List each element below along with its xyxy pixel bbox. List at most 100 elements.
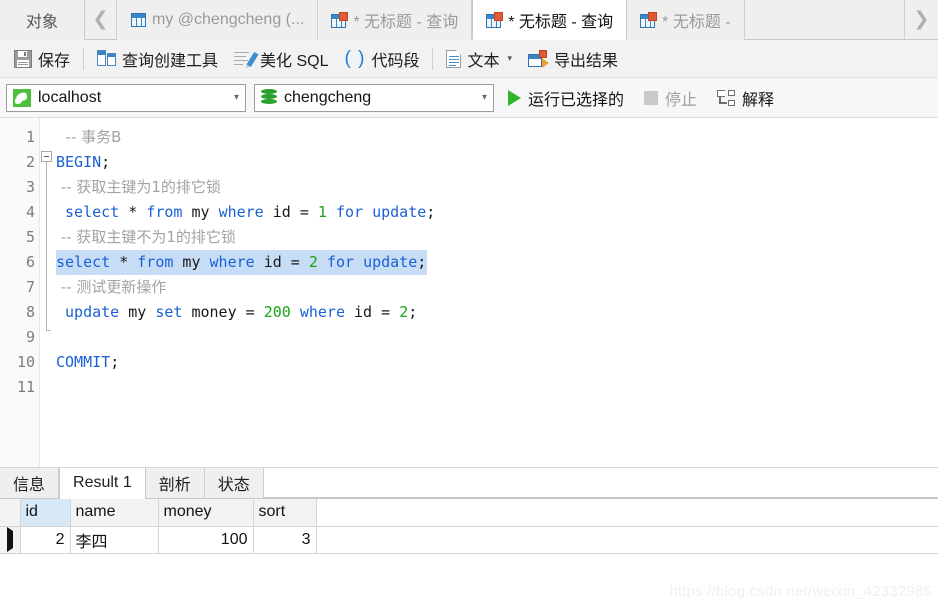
result-grid[interactable]: id name money sort 2 李四 100 3: [0, 499, 938, 554]
code-token: my: [173, 253, 210, 271]
code-line[interactable]: [56, 375, 938, 400]
save-button[interactable]: 保存: [6, 44, 78, 74]
code-line[interactable]: [56, 325, 938, 350]
column-header-money[interactable]: money: [158, 499, 254, 527]
code-line[interactable]: -- 测试更新操作: [56, 275, 938, 300]
code-token: update: [65, 303, 120, 321]
line-number: 1: [25, 128, 35, 146]
code-line[interactable]: -- 获取主键为1的排它锁: [56, 175, 938, 200]
code-line[interactable]: BEGIN;: [56, 150, 938, 175]
column-header-sort[interactable]: sort: [253, 499, 317, 527]
cell-blank: [316, 526, 938, 554]
code-snippet-label: 代码段: [371, 52, 420, 70]
tab-label: * 无标题 -: [662, 14, 731, 31]
host-select[interactable]: localhost ▾: [6, 83, 246, 112]
explain-button[interactable]: 解释: [711, 86, 780, 110]
result-tab-info[interactable]: 信息: [0, 468, 60, 498]
line-number: 6: [25, 253, 35, 271]
row-current-indicator[interactable]: [0, 526, 21, 554]
line-number: 2: [25, 153, 35, 171]
code-token: id =: [345, 303, 400, 321]
tab-label: my @chengcheng (...: [152, 11, 305, 28]
cell-money[interactable]: 100: [158, 526, 254, 554]
result-panel: 信息 Result 1 剖析 状态 id name money sort 2 李…: [0, 468, 938, 606]
nav-workbench-window: 对象 ❮ my @chengcheng (... * 无标题 - 查询 * 无标…: [0, 0, 938, 606]
main-toolbar: 保存 查询创建工具 美化 SQL ( ) 代码段 文本 ▾ 导出结果: [0, 40, 938, 78]
column-header-blank: [316, 499, 938, 527]
code-snippet-button[interactable]: ( ) 代码段: [337, 44, 428, 74]
sql-editor[interactable]: 1 2 3 4 5 6 7 8 9 10 11 -- 事务B BEGIN; -- 获取主键为1的排它锁…: [0, 118, 938, 468]
code-line[interactable]: -- 获取主键不为1的排它锁: [56, 225, 938, 250]
cell-id[interactable]: 2: [20, 526, 71, 554]
code-line[interactable]: -- 事务B: [56, 125, 938, 150]
code-line-selected[interactable]: select * from my where id = 2 for update…: [56, 250, 428, 275]
stop-button[interactable]: 停止: [638, 86, 703, 110]
code-token: ;: [426, 203, 436, 221]
code-line[interactable]: select * from my where id = 1 for update…: [56, 200, 938, 225]
code-token: *: [110, 253, 138, 271]
table-icon: [130, 12, 147, 28]
chevron-right-icon: ❯: [913, 9, 930, 30]
result-tab-label: 剖析: [158, 477, 191, 494]
beautify-sql-button[interactable]: 美化 SQL: [226, 44, 336, 74]
run-selected-label: 运行已选择的: [528, 91, 625, 109]
line-number: 10: [16, 353, 35, 371]
code-token: ;: [101, 153, 111, 171]
mysql-dolphin-icon: [13, 88, 31, 107]
code-fold-column[interactable]: [40, 118, 53, 467]
code-token: where: [218, 203, 264, 221]
sql-code-area[interactable]: -- 事务B BEGIN; -- 获取主键为1的排它锁 select * from…: [53, 118, 938, 467]
database-select-value: chengcheng: [284, 88, 372, 106]
chevron-down-icon: ▾: [481, 92, 487, 103]
cell-name[interactable]: 李四: [70, 526, 159, 554]
result-tab-bar: 信息 Result 1 剖析 状态: [0, 468, 938, 499]
query-builder-button[interactable]: 查询创建工具: [89, 44, 226, 74]
column-header-id[interactable]: id: [20, 499, 71, 527]
cell-sort[interactable]: 3: [253, 526, 317, 554]
fold-collapse-icon[interactable]: [41, 151, 52, 162]
tab-query-3[interactable]: * 无标题 -: [627, 0, 745, 40]
database-select[interactable]: chengcheng ▾: [254, 83, 494, 112]
code-token: -- 测试更新操作: [56, 278, 167, 296]
result-tab-label: 状态: [217, 477, 250, 494]
tab-query-1[interactable]: * 无标题 - 查询: [318, 0, 473, 40]
tab-my-chengcheng[interactable]: my @chengcheng (...: [117, 0, 319, 40]
code-token: 2: [399, 303, 409, 321]
toolbar-divider: [83, 47, 85, 70]
code-token: ;: [110, 353, 120, 371]
code-line[interactable]: COMMIT;: [56, 350, 938, 375]
table-row[interactable]: 2 李四 100 3: [0, 526, 938, 554]
document-icon: [446, 49, 462, 68]
code-line[interactable]: update my set money = 200 where id = 2;: [56, 300, 938, 325]
text-format-button[interactable]: 文本 ▾: [438, 44, 520, 74]
code-token: -- 获取主键不为1的排它锁: [56, 228, 236, 246]
tab-scroll-left-button[interactable]: ❮: [85, 0, 118, 39]
tab-object[interactable]: 对象: [0, 0, 86, 40]
line-number: 4: [25, 203, 35, 221]
connection-toolbar: localhost ▾ chengcheng ▾ 运行已选择的 停止 解释: [0, 78, 938, 118]
stop-square-icon: [644, 90, 659, 105]
result-tab-result1[interactable]: Result 1: [59, 468, 146, 499]
code-token: update: [372, 203, 427, 221]
export-result-button[interactable]: 导出结果: [520, 44, 626, 74]
tab-scroll-right-button[interactable]: ❯: [904, 0, 938, 39]
tab-label: * 无标题 - 查询: [508, 13, 614, 31]
export-grid-icon: [528, 49, 549, 68]
run-selected-button[interactable]: 运行已选择的: [502, 86, 630, 110]
code-token: money =: [182, 303, 264, 321]
result-tab-label: Result 1: [73, 474, 132, 491]
tab-query-2[interactable]: * 无标题 - 查询: [472, 0, 628, 40]
code-token: for: [335, 203, 364, 221]
result-tab-label: 信息: [13, 477, 46, 494]
query-table-icon: [640, 12, 658, 28]
column-header-name[interactable]: name: [70, 499, 159, 527]
result-tab-filler: [263, 468, 938, 498]
code-token: from: [146, 203, 183, 221]
fold-range-end: [46, 330, 51, 331]
result-tab-status[interactable]: 状态: [204, 468, 264, 498]
result-tab-profile[interactable]: 剖析: [145, 468, 205, 498]
save-label: 保存: [38, 52, 71, 70]
chevron-down-icon[interactable]: ▾: [507, 53, 512, 64]
